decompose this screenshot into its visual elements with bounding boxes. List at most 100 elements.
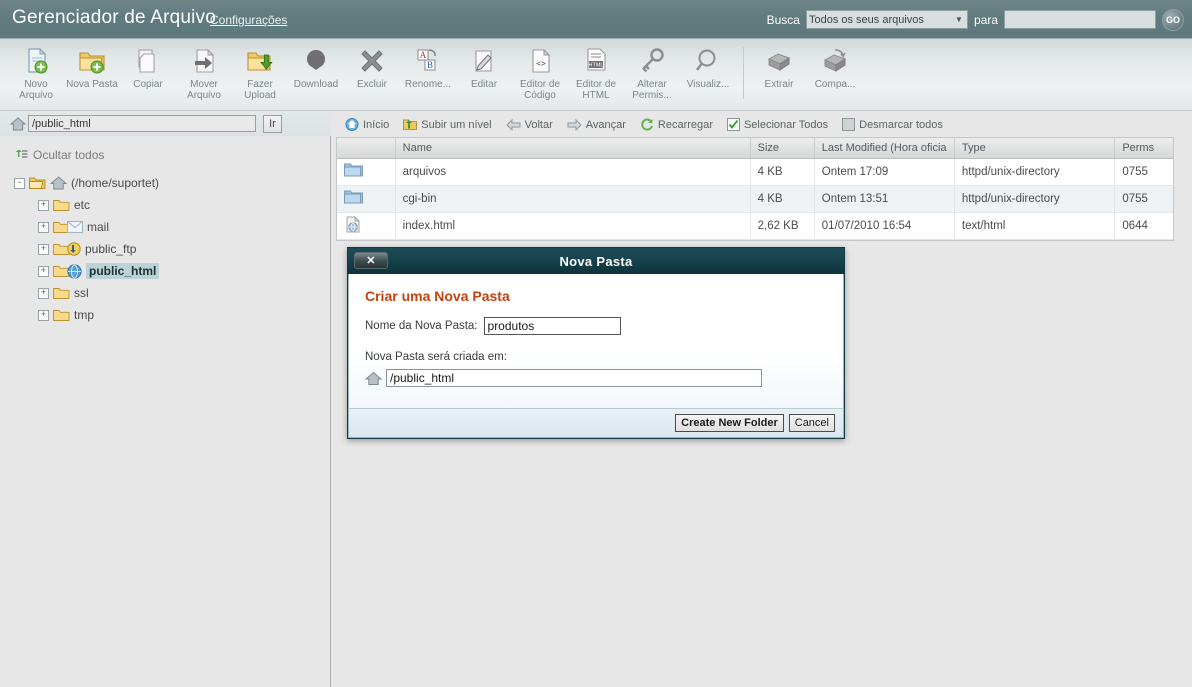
toolbar-button-upload[interactable]: Fazer Upload — [232, 43, 288, 105]
create-new-folder-button[interactable]: Create New Folder — [675, 414, 784, 432]
toolbar-button-html-editor[interactable]: HTML Editor de HTML — [568, 43, 624, 105]
destination-label: Nova Pasta será criada em: — [365, 351, 507, 363]
table-row[interactable]: index.html 2,62 KB 01/07/2010 16:54 text… — [337, 212, 1173, 240]
nav-label: Desmarcar todos — [859, 118, 943, 131]
toolbar-button-permissions[interactable]: Alterar Permis... — [624, 43, 680, 105]
new-folder-icon — [77, 46, 107, 76]
row-size: 4 KB — [750, 185, 815, 213]
tree-expander[interactable]: + — [38, 309, 49, 321]
toolbar-button-rename[interactable]: A B Renome... — [400, 43, 456, 105]
column-header-perms[interactable]: Perms — [1114, 138, 1173, 159]
column-header-icon[interactable] — [337, 138, 396, 159]
svg-text:B: B — [427, 60, 433, 70]
home-icon — [345, 118, 359, 131]
nav-back[interactable]: Voltar — [501, 118, 558, 131]
row-type: text/html — [954, 212, 1116, 240]
app-header: Gerenciador de Arquivo Configurações Bus… — [0, 0, 1192, 39]
hide-all-toggle[interactable]: Ocultar todos — [14, 148, 331, 162]
checked-box-icon — [726, 118, 740, 131]
toolbar-label: Renome... — [404, 79, 452, 90]
copy-icon — [133, 46, 163, 76]
nav-forward[interactable]: Avançar — [562, 118, 631, 131]
column-header-name[interactable]: Name — [395, 138, 751, 159]
toolbar-label: Editor de Código — [519, 79, 561, 101]
nav-label: Avançar — [585, 118, 626, 131]
toolbar-label: Editor de HTML — [575, 79, 617, 101]
hide-all-label: Ocultar todos — [33, 148, 105, 162]
toolbar-button-extract[interactable]: Extrair — [751, 43, 807, 105]
permissions-key-icon — [637, 46, 667, 76]
row-name[interactable]: cgi-bin — [395, 185, 751, 213]
globe-icon — [67, 263, 82, 279]
tree-expander[interactable]: + — [38, 243, 49, 255]
sidebar-go-button[interactable]: Ir — [263, 114, 282, 133]
tree-expander[interactable]: - — [14, 177, 25, 189]
toolbar-button-view[interactable]: Visualiz... — [680, 43, 736, 105]
toolbar-button-new-folder[interactable]: Nova Pasta — [64, 43, 120, 105]
toolbar-button-copy[interactable]: Copiar — [120, 43, 176, 105]
nav-deselect-all[interactable]: Desmarcar todos — [837, 118, 948, 131]
sidebar-item-tmp[interactable]: + tmp — [14, 304, 331, 326]
search-input[interactable] — [1004, 10, 1156, 29]
sidebar-item-public-ftp[interactable]: + public_ftp — [14, 238, 331, 260]
close-icon[interactable]: ✕ — [354, 252, 388, 269]
sidebar-item-public-html[interactable]: + public_html — [14, 260, 331, 282]
main-toolbar: Novo Arquivo Nova Pasta Copiar Mover Arq… — [0, 39, 1192, 111]
column-header-modified[interactable]: Last Modified (Hora oficia — [814, 138, 955, 159]
column-header-type[interactable]: Type — [954, 138, 1116, 159]
sidebar-item-mail[interactable]: + mail — [14, 216, 331, 238]
nav-up-level[interactable]: Subir um nível — [398, 118, 496, 131]
svg-text:<>: <> — [536, 59, 546, 68]
sidebar-item-ssl[interactable]: + ssl — [14, 282, 331, 304]
toolbar-button-new-file[interactable]: Novo Arquivo — [8, 43, 64, 105]
folder-name-label: Nome da Nova Pasta: — [365, 320, 478, 332]
table-row[interactable]: arquivos 4 KB Ontem 17:09 httpd/unix-dir… — [337, 158, 1173, 186]
table-row[interactable]: cgi-bin 4 KB Ontem 13:51 httpd/unix-dire… — [337, 185, 1173, 213]
toolbar-label: Copiar — [133, 79, 163, 90]
destination-row — [364, 369, 827, 387]
tree-expander[interactable]: + — [38, 287, 49, 299]
search-scope-select[interactable]: Todos os seus arquivos ▼ — [805, 10, 968, 29]
forward-arrow-icon — [567, 118, 582, 131]
tree-expander[interactable]: + — [38, 199, 49, 211]
tree-expander[interactable]: + — [38, 265, 49, 277]
nav-select-all[interactable]: Selecionar Todos — [722, 118, 833, 131]
toolbar-button-move-file[interactable]: Mover Arquivo — [176, 43, 232, 105]
sidebar-path-input[interactable] — [28, 115, 256, 132]
home-icon — [49, 176, 68, 190]
toolbar-button-download[interactable]: Download — [288, 43, 344, 105]
toolbar-button-compress[interactable]: Compa... — [807, 43, 863, 105]
go-label: GO — [1165, 14, 1180, 25]
toolbar-label: Editar — [470, 79, 498, 90]
folder-name-row: Nome da Nova Pasta: — [365, 317, 827, 335]
tree-expander[interactable]: + — [38, 221, 49, 233]
search-go-button[interactable]: GO — [1162, 8, 1184, 31]
folder-name-input[interactable] — [483, 317, 621, 335]
delete-icon — [357, 46, 387, 76]
sidebar-item-label: public_ftp — [85, 242, 137, 256]
edit-icon — [469, 46, 499, 76]
toolbar-button-code-editor[interactable]: <> Editor de Código — [512, 43, 568, 105]
toolbar-label: Nova Pasta — [66, 79, 118, 90]
rename-icon: A B — [413, 46, 443, 76]
home-icon — [9, 116, 27, 131]
row-name[interactable]: arquivos — [395, 158, 751, 186]
nav-home[interactable]: Início — [340, 118, 394, 131]
settings-link[interactable]: Configurações — [210, 13, 287, 27]
dialog-body: Criar uma Nova Pasta Nome da Nova Pasta:… — [348, 274, 844, 408]
sidebar-item-label: tmp — [74, 308, 95, 322]
table-header-row: Name Size Last Modified (Hora oficia Typ… — [337, 138, 1173, 159]
toolbar-button-delete[interactable]: Excluir — [344, 43, 400, 105]
column-header-size[interactable]: Size — [750, 138, 815, 159]
upload-icon — [245, 46, 275, 76]
open-folder-icon — [29, 176, 46, 190]
sidebar-item-etc[interactable]: + etc — [14, 194, 331, 216]
destination-input[interactable] — [386, 369, 762, 387]
dialog-titlebar: ✕ Nova Pasta — [348, 248, 844, 274]
row-name[interactable]: index.html — [395, 212, 751, 240]
row-size: 2,62 KB — [750, 212, 815, 240]
toolbar-button-edit[interactable]: Editar — [456, 43, 512, 105]
nav-reload[interactable]: Recarregar — [635, 118, 718, 131]
cancel-button[interactable]: Cancel — [788, 414, 835, 432]
tree-row-root[interactable]: - (/home/suportet) — [14, 172, 331, 194]
